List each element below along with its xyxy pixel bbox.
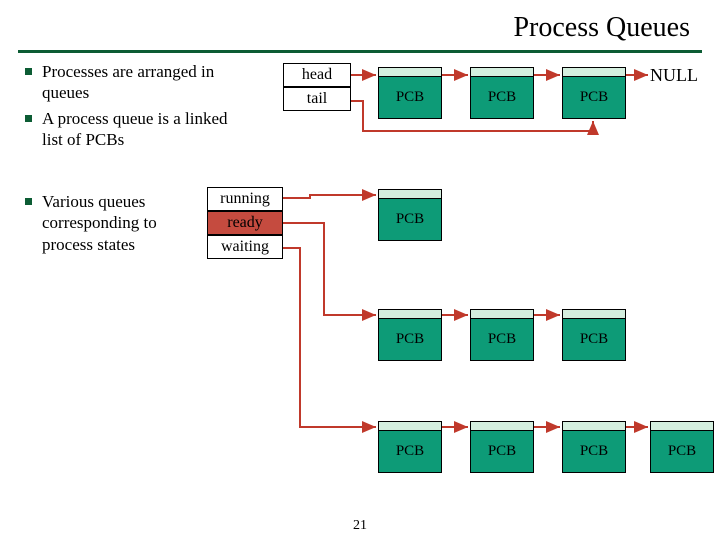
pcb-box: PCB (470, 67, 534, 119)
pcb-cap (378, 67, 442, 77)
head-cell: head (283, 63, 351, 87)
bullet-item: Various queues corresponding to process … (25, 191, 200, 255)
pcb-body: PCB (470, 431, 534, 473)
pcb-box: PCB (562, 421, 626, 473)
pcb-cap (562, 67, 626, 77)
page-title: Process Queues (0, 0, 720, 50)
pcb-box: PCB (562, 309, 626, 361)
title-rule (18, 50, 702, 53)
bullet-marker-icon (25, 198, 32, 205)
bullet-group-2: Various queues corresponding to process … (25, 191, 200, 259)
bullet-marker-icon (25, 115, 32, 122)
pcb-body: PCB (378, 199, 442, 241)
pcb-body: PCB (470, 77, 534, 119)
bullet-item: Processes are arranged in queues (25, 61, 235, 104)
state-ready: ready (207, 211, 283, 235)
slide-number: 21 (353, 518, 367, 534)
state-running: running (207, 187, 283, 211)
pcb-box: PCB (562, 67, 626, 119)
pcb-box: PCB (378, 421, 442, 473)
bullet-text: Processes are arranged in queues (42, 61, 235, 104)
headtail-table: head tail (283, 63, 351, 111)
pcb-body: PCB (378, 319, 442, 361)
pcb-cap (562, 421, 626, 431)
pcb-body: PCB (562, 431, 626, 473)
pcb-box: PCB (470, 309, 534, 361)
null-label: NULL (650, 65, 698, 86)
pcb-cap (470, 309, 534, 319)
pcb-box: PCB (470, 421, 534, 473)
pcb-body: PCB (562, 319, 626, 361)
bullet-text: A process queue is a linked list of PCBs (42, 108, 235, 151)
pcb-body: PCB (470, 319, 534, 361)
pcb-box: PCB (378, 67, 442, 119)
states-table: running ready waiting (207, 187, 283, 259)
pcb-cap (378, 189, 442, 199)
pcb-body: PCB (562, 77, 626, 119)
state-waiting: waiting (207, 235, 283, 259)
bullet-group-1: Processes are arranged in queues A proce… (25, 61, 235, 154)
pcb-body: PCB (378, 431, 442, 473)
pcb-cap (562, 309, 626, 319)
bullet-marker-icon (25, 68, 32, 75)
pcb-body: PCB (650, 431, 714, 473)
pcb-box: PCB (378, 189, 442, 241)
bullet-text: Various queues corresponding to process … (42, 191, 200, 255)
tail-cell: tail (283, 87, 351, 111)
pcb-cap (378, 421, 442, 431)
pcb-cap (470, 421, 534, 431)
pcb-cap (378, 309, 442, 319)
pcb-cap (470, 67, 534, 77)
pcb-body: PCB (378, 77, 442, 119)
pcb-cap (650, 421, 714, 431)
bullet-item: A process queue is a linked list of PCBs (25, 108, 235, 151)
pcb-box: PCB (378, 309, 442, 361)
pcb-box: PCB (650, 421, 714, 473)
